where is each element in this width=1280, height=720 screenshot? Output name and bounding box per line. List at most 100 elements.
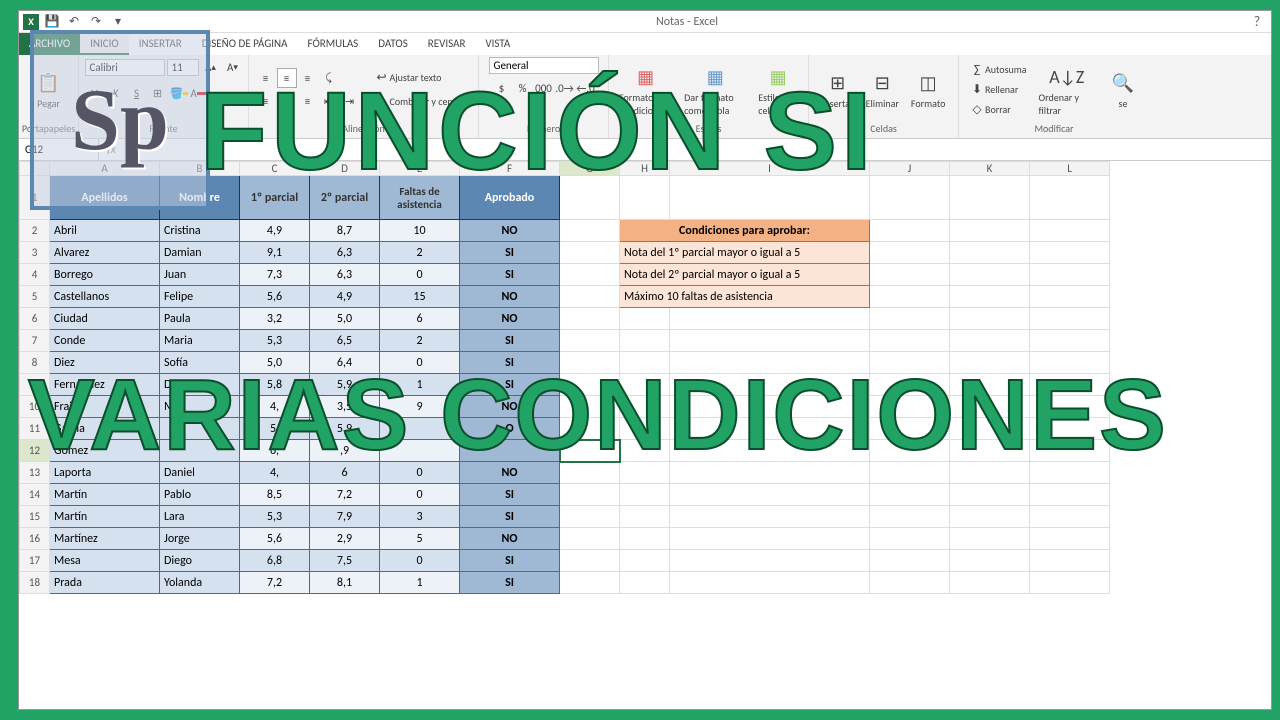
save-icon[interactable]: 💾 xyxy=(43,13,61,31)
conditional-format-button[interactable]: ▦Formato condicional xyxy=(615,61,676,119)
cell[interactable] xyxy=(1030,330,1110,352)
cell[interactable]: 6 xyxy=(380,308,460,330)
cell[interactable] xyxy=(620,308,670,330)
cell[interactable]: NO xyxy=(460,528,560,550)
cell[interactable]: 5,6 xyxy=(240,286,310,308)
cell[interactable] xyxy=(560,286,620,308)
cell[interactable]: Aprobado xyxy=(460,176,560,220)
increase-decimal-icon[interactable]: .0→ xyxy=(555,78,575,98)
cell[interactable] xyxy=(670,308,870,330)
cell[interactable] xyxy=(950,330,1030,352)
cell[interactable] xyxy=(560,264,620,286)
cell[interactable]: NO xyxy=(460,462,560,484)
cell[interactable] xyxy=(950,176,1030,220)
font-name-select[interactable]: Calibri xyxy=(85,59,165,76)
cell[interactable] xyxy=(670,176,870,220)
cell[interactable] xyxy=(1030,374,1110,396)
cell[interactable]: Diez xyxy=(50,352,160,374)
cell[interactable]: García xyxy=(50,418,160,440)
cell[interactable] xyxy=(950,550,1030,572)
cell[interactable] xyxy=(950,264,1030,286)
cell[interactable] xyxy=(950,374,1030,396)
tab-revisar[interactable]: REVISAR xyxy=(418,33,476,55)
cell[interactable]: Daniel xyxy=(160,462,240,484)
cell[interactable]: Jorge xyxy=(160,528,240,550)
increase-font-icon[interactable]: A▴ xyxy=(201,57,221,77)
cell[interactable] xyxy=(1030,484,1110,506)
cell[interactable] xyxy=(870,396,950,418)
cell[interactable] xyxy=(160,418,240,440)
cell[interactable] xyxy=(950,506,1030,528)
cell[interactable] xyxy=(560,418,620,440)
cell[interactable]: Apellidos xyxy=(50,176,160,220)
cell[interactable]: 1 xyxy=(380,572,460,594)
name-box[interactable]: G12 xyxy=(19,139,99,160)
fill-color-button[interactable]: 🪣 xyxy=(169,83,189,103)
cell[interactable] xyxy=(1030,440,1110,462)
percent-icon[interactable]: % xyxy=(513,78,533,98)
wrap-text-button[interactable]: ↩Ajustar texto xyxy=(370,68,472,88)
row-header[interactable]: 10 xyxy=(20,396,50,418)
cell[interactable] xyxy=(620,418,670,440)
cell[interactable] xyxy=(1030,352,1110,374)
cell[interactable]: 0 xyxy=(380,550,460,572)
cell[interactable] xyxy=(620,484,670,506)
cell[interactable]: Máximo 10 faltas de asistencia xyxy=(620,286,870,308)
cell[interactable] xyxy=(1030,462,1110,484)
cell[interactable]: 7,5 xyxy=(310,550,380,572)
cell[interactable]: NO xyxy=(460,308,560,330)
cell[interactable]: 5, xyxy=(240,418,310,440)
sort-filter-button[interactable]: A↓ZOrdenar y filtrar xyxy=(1035,61,1099,119)
cell[interactable]: 6,3 xyxy=(310,242,380,264)
cell[interactable] xyxy=(560,242,620,264)
row-header[interactable]: 16 xyxy=(20,528,50,550)
align-bottom-icon[interactable]: ≡ xyxy=(298,68,318,88)
column-header[interactable]: D xyxy=(310,162,380,176)
cell[interactable] xyxy=(870,264,950,286)
cell[interactable] xyxy=(870,528,950,550)
cell[interactable]: 3,5 xyxy=(310,396,380,418)
cell[interactable] xyxy=(560,374,620,396)
cell[interactable]: 8,5 xyxy=(240,484,310,506)
cell[interactable]: Gomez xyxy=(50,440,160,462)
cell[interactable]: Daniela xyxy=(160,374,240,396)
cell-styles-button[interactable]: ▦Estilos de celda xyxy=(754,61,802,119)
cell[interactable] xyxy=(560,506,620,528)
cell[interactable]: 6 xyxy=(310,462,380,484)
cell[interactable] xyxy=(950,484,1030,506)
cell[interactable] xyxy=(870,506,950,528)
row-header[interactable]: 14 xyxy=(20,484,50,506)
cell[interactable] xyxy=(950,528,1030,550)
column-header[interactable]: B xyxy=(160,162,240,176)
cell[interactable]: Martín xyxy=(50,506,160,528)
row-header[interactable]: 11 xyxy=(20,418,50,440)
row-header[interactable]: 15 xyxy=(20,506,50,528)
cell[interactable]: Maria xyxy=(160,330,240,352)
cell[interactable]: 6,5 xyxy=(310,330,380,352)
cell[interactable] xyxy=(620,528,670,550)
cell[interactable] xyxy=(560,352,620,374)
decrease-font-icon[interactable]: A▾ xyxy=(223,57,243,77)
cell[interactable] xyxy=(620,506,670,528)
orientation-icon[interactable]: ⤹ xyxy=(319,68,339,88)
cell[interactable] xyxy=(870,352,950,374)
cell[interactable]: Mesa xyxy=(50,550,160,572)
cell[interactable] xyxy=(1030,506,1110,528)
cell[interactable]: 5,3 xyxy=(240,506,310,528)
cell[interactable]: Martínez xyxy=(50,528,160,550)
cell[interactable]: 5,6 xyxy=(240,528,310,550)
cell[interactable] xyxy=(380,440,460,462)
cell[interactable] xyxy=(670,484,870,506)
cell[interactable] xyxy=(620,462,670,484)
cell[interactable]: NO xyxy=(460,286,560,308)
cell[interactable]: Nombre xyxy=(160,176,240,220)
cell[interactable] xyxy=(1030,220,1110,242)
underline-button[interactable]: S xyxy=(127,83,147,103)
cell[interactable] xyxy=(950,418,1030,440)
cell[interactable] xyxy=(950,572,1030,594)
cell[interactable] xyxy=(560,550,620,572)
tab-diseno[interactable]: DISEÑO DE PÁGINA xyxy=(192,33,298,55)
cell[interactable] xyxy=(620,396,670,418)
cell[interactable]: 6, xyxy=(240,440,310,462)
cell[interactable] xyxy=(620,440,670,462)
